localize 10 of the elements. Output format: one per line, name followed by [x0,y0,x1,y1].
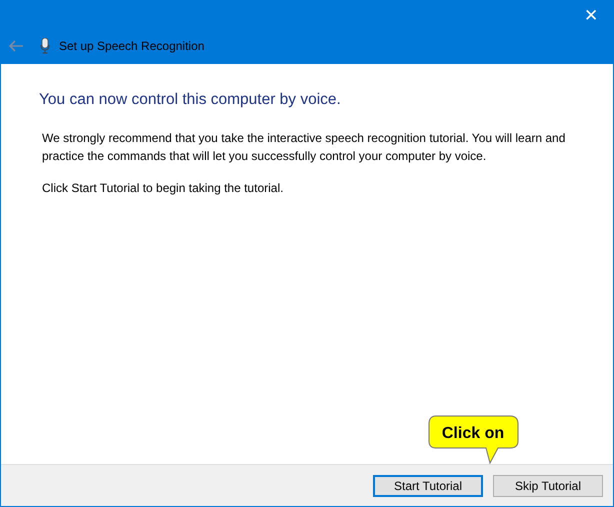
close-button[interactable]: ✕ [569,1,613,31]
callout-text: Click on [440,424,506,444]
page-heading: You can now control this computer by voice. [39,90,342,110]
dialog-button[interactable]: Skip Tutorial [493,474,603,496]
back-arrow-icon[interactable] [8,40,24,52]
microphone-icon [40,38,50,54]
body-paragraph: We strongly recommend that you take the interactive speech recognition tutorial. You will learn and practice the commands that will let you successfully control your computer by voice. [42,130,566,166]
body-paragraph: Click Start Tutorial to begin taking the tutorial. [42,180,284,198]
window-title: Set up Speech Recognition [59,38,204,55]
dialog-button[interactable]: Start Tutorial [373,474,483,496]
